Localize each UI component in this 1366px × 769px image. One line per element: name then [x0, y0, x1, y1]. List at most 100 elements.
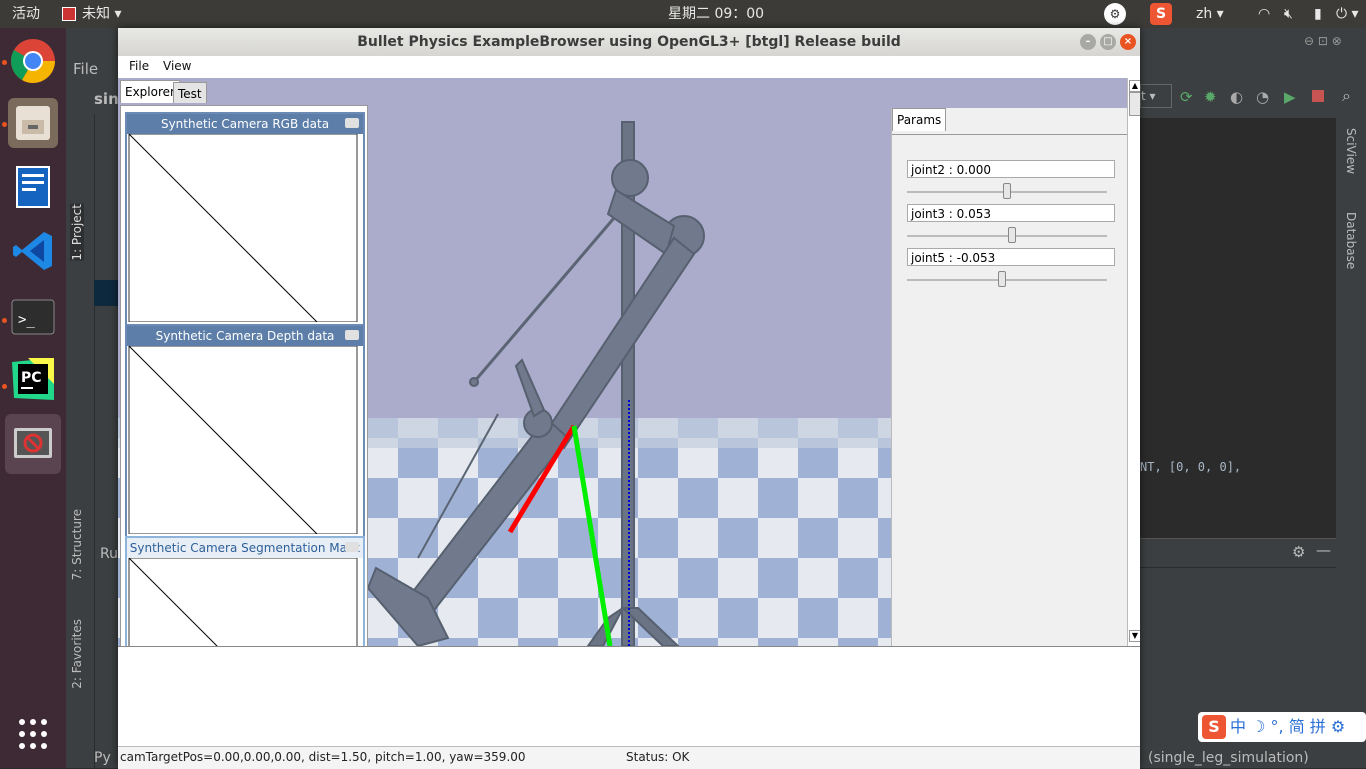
- close-icon[interactable]: ×: [1120, 34, 1136, 50]
- wifi-icon[interactable]: ◠: [1258, 0, 1270, 28]
- running-indicator: [2, 60, 7, 65]
- sogou-icon[interactable]: S: [1150, 3, 1172, 25]
- camera-status: camTargetPos=0.00,0.00,0.00, dist=1.50, …: [120, 750, 526, 764]
- dock: >_ PC: [0, 28, 66, 768]
- ide-file-menu[interactable]: File: [73, 60, 98, 78]
- run-step-icon[interactable]: ▶: [1284, 88, 1296, 106]
- pycharm-icon[interactable]: PC: [8, 354, 58, 404]
- debug-icon[interactable]: ✹: [1204, 88, 1217, 106]
- code-snippet: NT, [0, 0, 0],: [1140, 460, 1242, 474]
- joint5-slider-track[interactable]: [907, 279, 1107, 281]
- tool-structure[interactable]: 7: Structure: [70, 509, 84, 580]
- collapse-button[interactable]: [345, 118, 359, 128]
- params-scrollbar[interactable]: ▲ ▼: [1127, 78, 1140, 646]
- console-area[interactable]: [118, 646, 1140, 747]
- system-top-bar: 活动 未知 ▾ 星期二 09：00 ⚙ S zh ▾ ◠ 🔇︎ ▮ ⏻ ▾: [0, 0, 1366, 28]
- joint2-field[interactable]: joint2 : 0.000: [907, 160, 1115, 178]
- tool-favorites[interactable]: 2: Favorites: [70, 619, 84, 689]
- chrome-icon[interactable]: [8, 36, 58, 86]
- clock[interactable]: 星期二 09：00: [668, 0, 764, 28]
- 3d-render-view[interactable]: Explorer Test Synthetic Camera RGB data …: [118, 78, 1140, 646]
- ide-editor[interactable]: NT, [0, 0, 0],: [1140, 118, 1336, 568]
- collapse-button[interactable]: [345, 330, 359, 340]
- menu-file[interactable]: File: [129, 59, 149, 73]
- app-menu[interactable]: 未知 ▾: [62, 0, 121, 28]
- ide-run-panel-header: ⚙ —: [1140, 538, 1336, 567]
- ide-project-name: sin: [94, 90, 119, 108]
- app-menu-label: 未知: [82, 6, 110, 22]
- window-title: Bullet Physics ExampleBrowser using Open…: [357, 34, 901, 50]
- joint5-field[interactable]: joint5 : -0.053: [907, 248, 1115, 266]
- svg-text:>_: >_: [18, 312, 35, 328]
- rgb-image-placeholder: [128, 133, 358, 323]
- ime-toolbar[interactable]: S中 ☽ °, 简 拼 ⚙: [1198, 712, 1366, 742]
- rgb-camera-panel[interactable]: Synthetic Camera RGB data: [125, 112, 365, 328]
- activities-button[interactable]: 活动: [12, 0, 40, 28]
- profile-icon[interactable]: ◔: [1256, 88, 1269, 106]
- rgb-camera-title[interactable]: Synthetic Camera RGB data: [127, 114, 363, 134]
- ide-run-config-dropdown[interactable]: t ▾: [1140, 84, 1172, 108]
- ime-settings-icon[interactable]: ⚙: [1326, 717, 1345, 736]
- tool-sciview[interactable]: SciView: [1344, 128, 1358, 174]
- search-icon[interactable]: ⌕: [1342, 86, 1351, 106]
- params-body: joint2 : 0.000 joint3 : 0.053 joint5 : -…: [892, 134, 1128, 646]
- ide-bottom-status: (single_leg_simulation): [1148, 750, 1309, 766]
- rerun-icon[interactable]: ⟳: [1180, 88, 1193, 106]
- maximize-icon[interactable]: □: [1100, 34, 1116, 50]
- collapse-button[interactable]: [345, 542, 359, 552]
- app-grid-icon[interactable]: [8, 710, 58, 760]
- joint2-slider-thumb[interactable]: [1003, 183, 1011, 199]
- scroll-thumb[interactable]: [1129, 92, 1140, 116]
- joint5-slider-thumb[interactable]: [998, 271, 1006, 287]
- tab-params[interactable]: Params: [892, 108, 947, 131]
- terminal-icon[interactable]: >_: [8, 292, 58, 342]
- status-ok: Status: OK: [626, 750, 690, 764]
- segmentation-camera-title[interactable]: Synthetic Camera Segmentation Mask: [127, 538, 363, 558]
- scroll-down-icon[interactable]: ▼: [1129, 630, 1140, 642]
- chevron-down-icon: ▾: [110, 6, 122, 22]
- minimize-icon[interactable]: –: [1080, 34, 1096, 50]
- segmentation-camera-panel[interactable]: Synthetic Camera Segmentation Mask: [125, 536, 365, 646]
- params-panel: Params joint2 : 0.000 joint3 : 0.053 joi…: [891, 108, 1128, 646]
- ide-run-label: Ru: [100, 546, 118, 562]
- battery-icon[interactable]: ▮: [1314, 0, 1322, 28]
- segmentation-camera-label: Synthetic Camera Segmentation Mask: [129, 541, 361, 555]
- bullet-example-browser-window: Bullet Physics ExampleBrowser using Open…: [118, 28, 1140, 769]
- stop-icon[interactable]: [1312, 90, 1324, 102]
- language-selector[interactable]: zh ▾: [1196, 0, 1224, 28]
- joint3-slider-thumb[interactable]: [1008, 227, 1016, 243]
- ide-window-controls[interactable]: ⊖ ⊡ ⊗: [1304, 34, 1342, 48]
- coverage-icon[interactable]: ◐: [1230, 88, 1243, 106]
- sogou-logo-icon: S: [1202, 715, 1226, 739]
- depth-camera-title[interactable]: Synthetic Camera Depth data: [127, 326, 363, 346]
- tool-database[interactable]: Database: [1344, 212, 1358, 269]
- power-menu-icon[interactable]: ⏻ ▾: [1336, 0, 1359, 28]
- running-indicator: [2, 122, 7, 127]
- segmentation-image-placeholder: [128, 557, 358, 646]
- depth-camera-label: Synthetic Camera Depth data: [155, 329, 335, 343]
- ime-status: 中 ☽ °, 简 拼: [1230, 717, 1326, 736]
- volume-muted-icon[interactable]: 🔇︎: [1284, 0, 1293, 28]
- window-title-bar[interactable]: Bullet Physics ExampleBrowser using Open…: [118, 28, 1140, 56]
- py-prefix: Py: [94, 750, 111, 766]
- vscode-icon[interactable]: [8, 226, 58, 276]
- app-menu-icon: [62, 7, 76, 21]
- writer-icon[interactable]: [8, 162, 58, 212]
- scroll-up-icon[interactable]: ▲: [1129, 80, 1140, 92]
- files-icon[interactable]: [8, 98, 58, 148]
- joint3-slider-track[interactable]: [907, 235, 1107, 237]
- extension-icon[interactable]: ⚙: [1104, 3, 1126, 25]
- explorer-area: Explorer Test Synthetic Camera RGB data …: [118, 78, 368, 646]
- tool-project[interactable]: 1: Project: [70, 204, 84, 261]
- menu-view[interactable]: View: [163, 59, 191, 73]
- tab-explorer[interactable]: Explorer: [120, 80, 180, 103]
- svg-text:PC: PC: [21, 370, 42, 386]
- minimize-panel-icon[interactable]: —: [1316, 541, 1331, 559]
- depth-camera-panel[interactable]: Synthetic Camera Depth data: [125, 324, 365, 540]
- blocked-app-icon[interactable]: [5, 414, 61, 474]
- joint3-field[interactable]: joint3 : 0.053: [907, 204, 1115, 222]
- gear-icon[interactable]: ⚙: [1292, 543, 1305, 561]
- tab-test[interactable]: Test: [173, 82, 207, 103]
- ide-right-toolstrip: SciView Database: [1338, 114, 1366, 768]
- ide-selected-row: [94, 280, 118, 306]
